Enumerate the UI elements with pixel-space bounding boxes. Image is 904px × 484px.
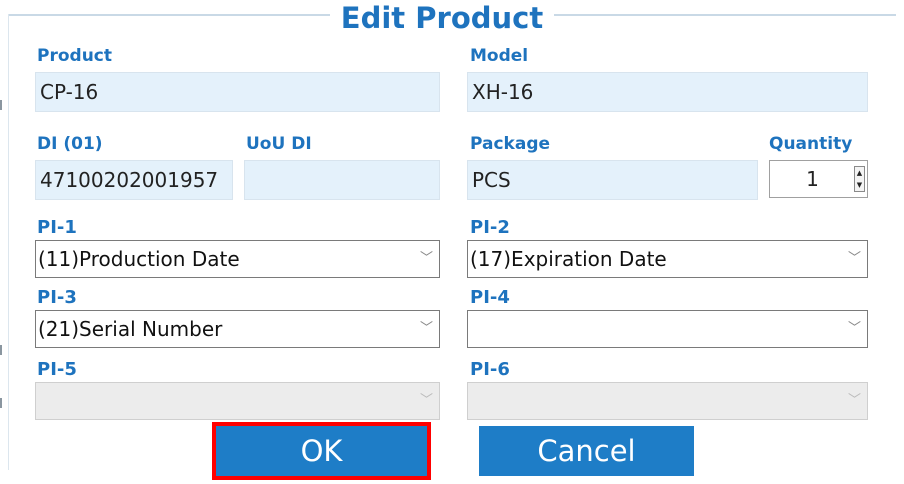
uou-di-field[interactable]	[244, 160, 440, 200]
product-label: Product	[37, 46, 112, 66]
chevron-down-icon: ﹀	[419, 393, 433, 408]
package-label: Package	[470, 134, 551, 154]
chevron-down-icon[interactable]: ﹀	[420, 241, 433, 277]
pi-3-label: PI-3	[37, 287, 77, 308]
model-field[interactable]: XH-16	[467, 72, 868, 112]
dialog-title: Edit Product	[340, 1, 544, 35]
pi-2-label: PI-2	[470, 217, 510, 238]
di-field[interactable]: 47100202001957	[35, 160, 233, 200]
pi-2-select[interactable]: (17)Expiration Date ﹀	[467, 240, 868, 278]
chevron-down-icon[interactable]: ﹀	[848, 311, 861, 347]
dialog-frame-top-right	[554, 14, 896, 16]
quantity-value[interactable]: 1	[770, 161, 855, 197]
spin-down-icon[interactable]: ▼	[855, 179, 864, 191]
pi-3-select[interactable]: (21)Serial Number ﹀	[35, 310, 440, 348]
pi-6-label: PI-6	[470, 359, 510, 380]
di-label: DI (01)	[37, 134, 103, 154]
product-field[interactable]: CP-16	[35, 72, 440, 112]
pi-5-label: PI-5	[37, 359, 77, 380]
model-label: Model	[470, 46, 529, 66]
pi-2-selected-value: (17)Expiration Date	[470, 247, 667, 271]
chevron-down-icon[interactable]: ﹀	[420, 311, 433, 347]
edge-mark	[0, 100, 2, 110]
quantity-spin-buttons[interactable]: ▲ ▼	[854, 166, 865, 192]
package-field[interactable]: PCS	[467, 160, 758, 200]
pi-1-select[interactable]: (11)Production Date ﹀	[35, 240, 440, 278]
edge-mark	[0, 398, 2, 408]
edge-mark	[0, 345, 2, 355]
dialog-frame-top-left	[8, 14, 330, 16]
ok-button[interactable]: OK	[212, 422, 431, 480]
pi-1-label: PI-1	[37, 217, 77, 238]
pi-1-selected-value: (11)Production Date	[38, 247, 240, 271]
quantity-label: Quantity	[769, 134, 853, 154]
uou-di-label: UoU DI	[246, 134, 312, 154]
quantity-stepper[interactable]: 1 ▲ ▼	[769, 160, 868, 198]
cancel-button[interactable]: Cancel	[479, 426, 694, 476]
spin-up-icon[interactable]: ▲	[855, 167, 864, 179]
pi-4-select[interactable]: ﹀	[467, 310, 868, 348]
pi-5-select: ﹀	[35, 382, 440, 420]
pi-3-selected-value: (21)Serial Number	[38, 317, 223, 341]
chevron-down-icon[interactable]: ﹀	[848, 241, 861, 277]
window-edge-marks	[0, 0, 3, 484]
pi-4-label: PI-4	[470, 287, 510, 308]
chevron-down-icon: ﹀	[847, 393, 861, 408]
dialog-frame-left	[8, 14, 9, 470]
pi-6-select: ﹀	[467, 382, 868, 420]
